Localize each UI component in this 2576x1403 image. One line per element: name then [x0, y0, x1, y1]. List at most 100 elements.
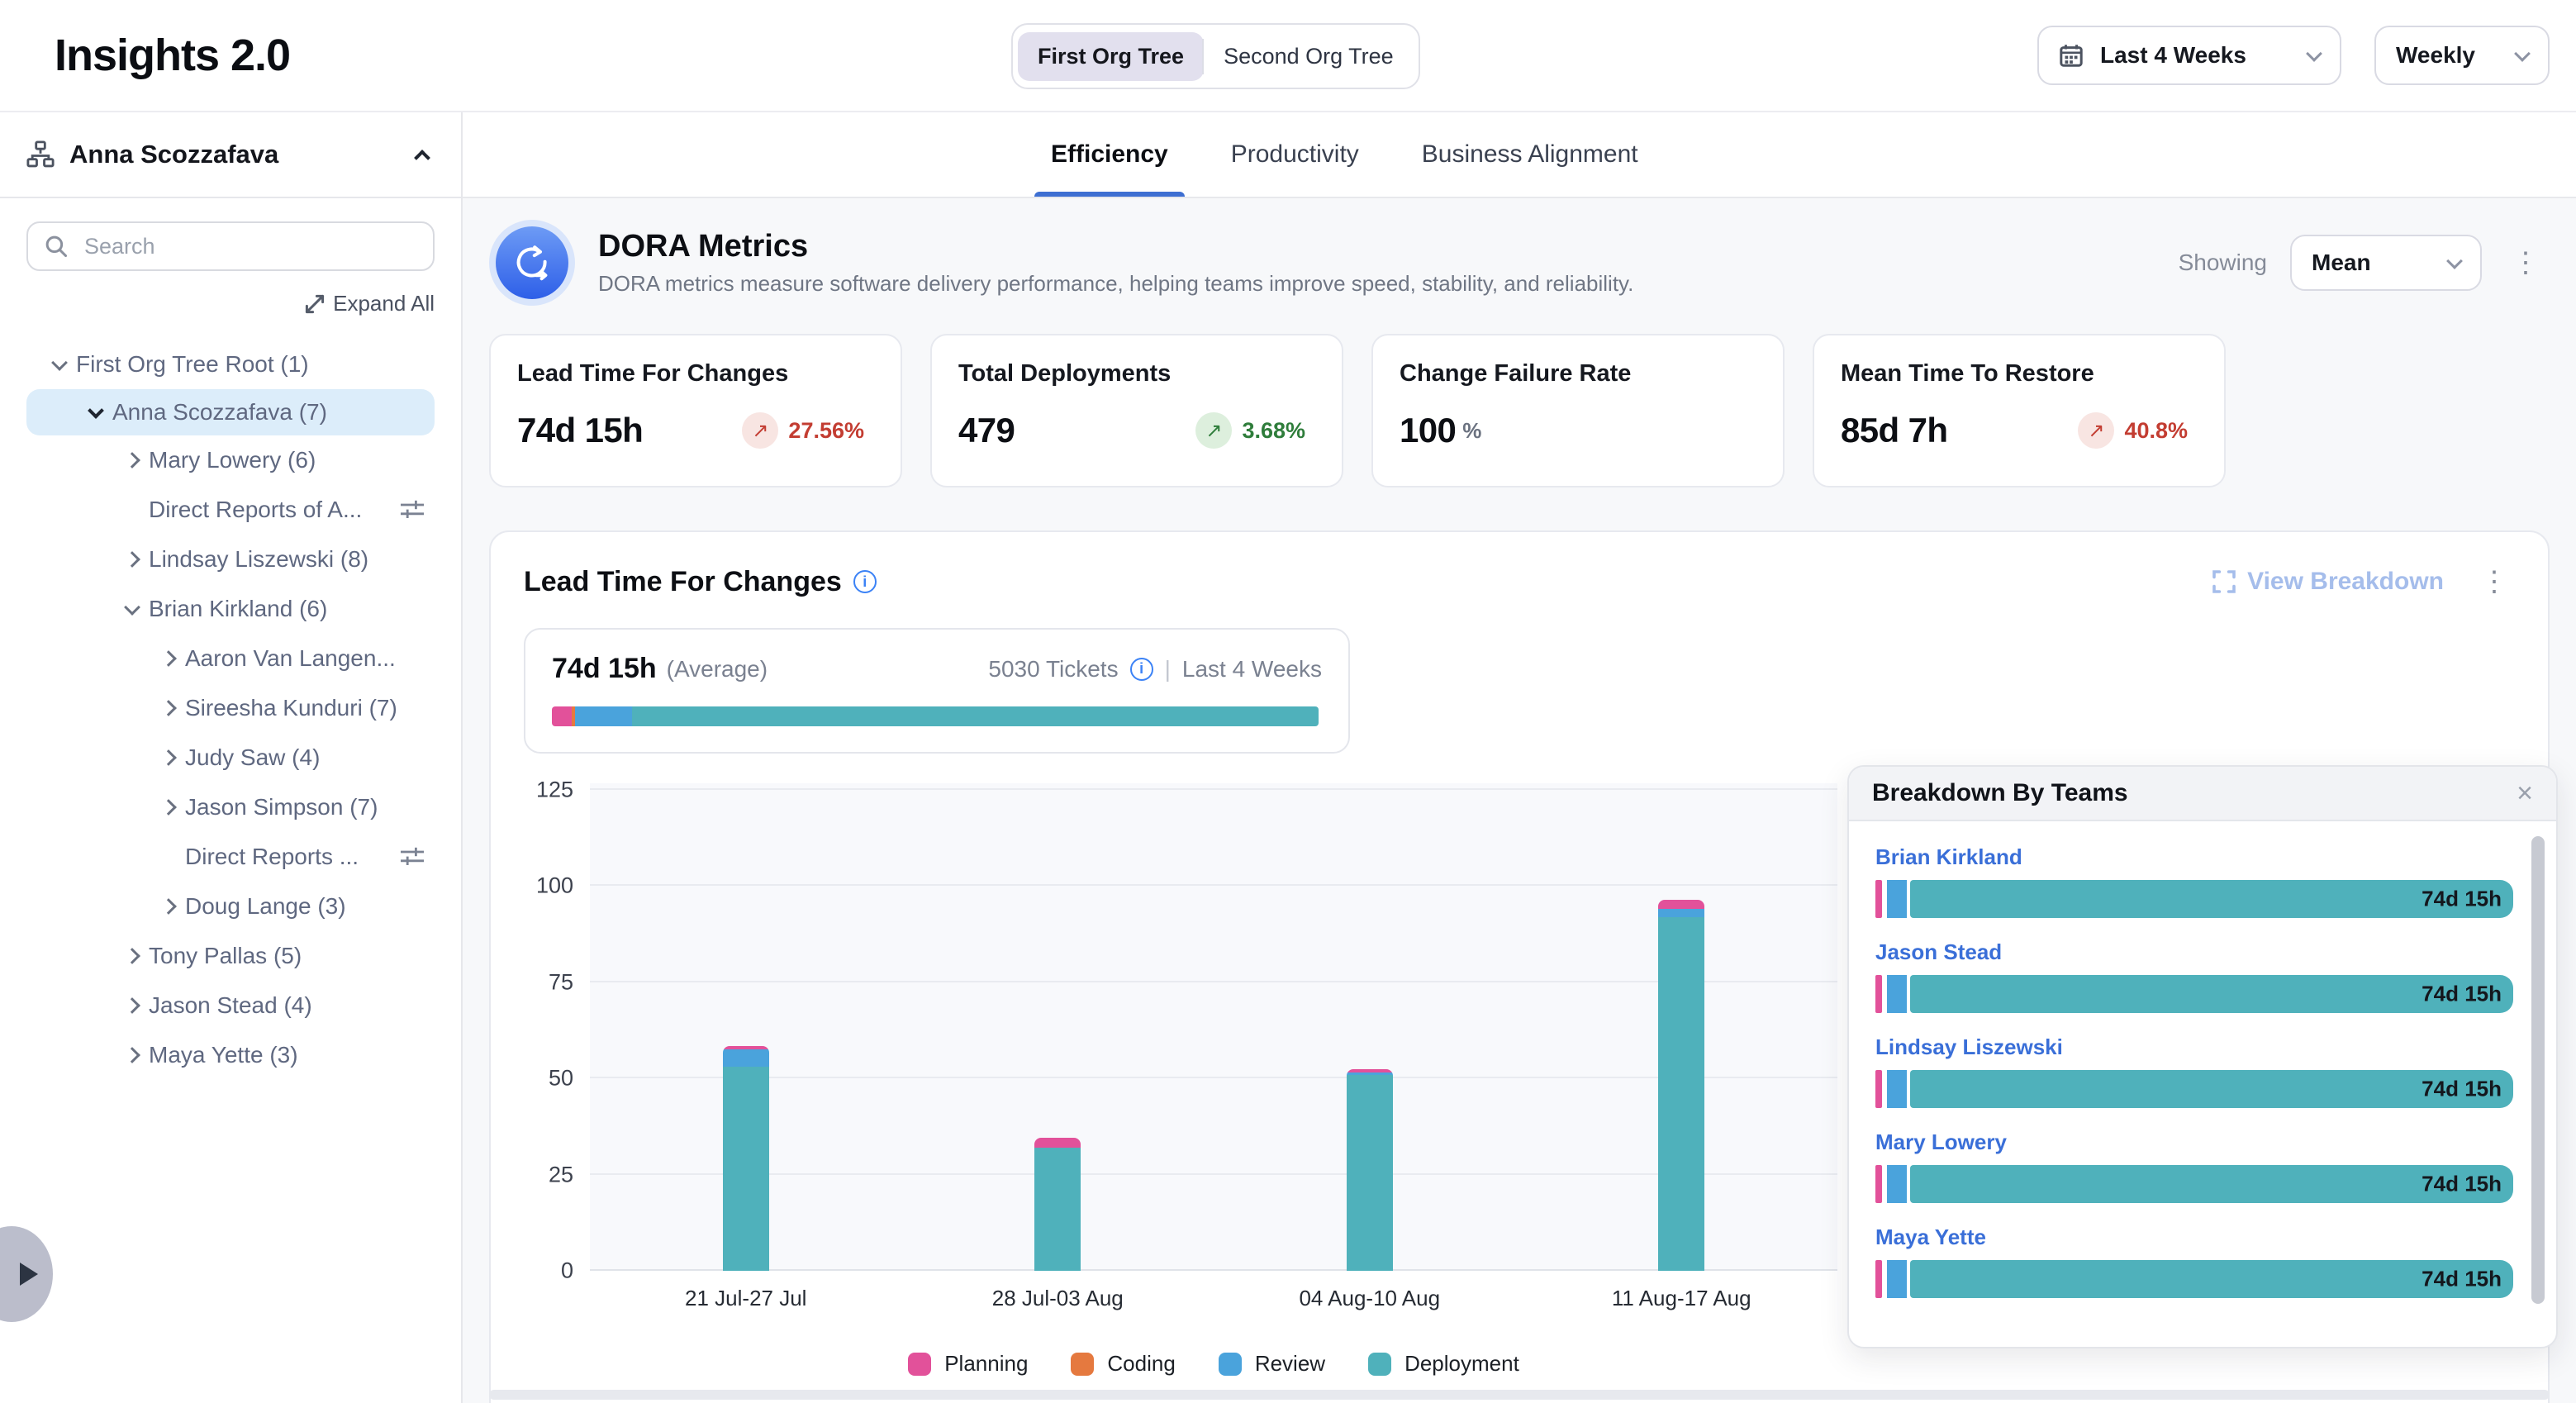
showing-dropdown[interactable]: Mean	[2290, 235, 2482, 291]
metric-card: Mean Time To Restore85d 7h↗40.8%	[1813, 334, 2226, 487]
chevron-right-icon[interactable]	[160, 749, 177, 766]
sidebar-user-name: Anna Scozzafava	[69, 140, 278, 169]
chevron-down-icon[interactable]	[124, 599, 140, 616]
chart-bar[interactable]	[1658, 900, 1704, 1271]
sidebar-collapse-button[interactable]	[410, 133, 435, 177]
legend-item-coding[interactable]: Coding	[1071, 1351, 1175, 1377]
legend-item-deployment[interactable]: Deployment	[1368, 1351, 1519, 1377]
bar-segment-review	[1887, 1260, 1907, 1298]
tickets-count: 5030 Tickets	[988, 656, 1118, 682]
team-bar: 74d 15h	[1875, 1165, 2513, 1203]
tree-item-label: Judy Saw (4)	[185, 744, 320, 771]
org-chart-icon	[26, 140, 55, 169]
bar-segment-deployment	[1347, 1075, 1393, 1271]
tab-business-alignment[interactable]: Business Alignment	[1419, 112, 1642, 197]
dora-kebab-menu[interactable]: ⋮	[2505, 245, 2546, 280]
sidebar-search	[26, 221, 435, 271]
avg-segment-deployment	[632, 706, 1319, 726]
org-tree-option[interactable]: Second Org Tree	[1204, 32, 1414, 81]
average-suffix: (Average)	[667, 656, 768, 682]
tree-item[interactable]: Maya Yette (3)	[0, 1030, 461, 1080]
granularity-dropdown[interactable]: Weekly	[2374, 26, 2550, 85]
tree-item-label: Direct Reports ...	[185, 844, 359, 870]
tree-item[interactable]: Lindsay Liszewski (8)	[0, 535, 461, 584]
team-link[interactable]: Maya Yette	[1875, 1225, 2513, 1250]
tree-item[interactable]: Tony Pallas (5)	[0, 931, 461, 981]
date-range-dropdown[interactable]: Last 4 Weeks	[2037, 26, 2341, 85]
breakdown-scrollbar[interactable]	[2531, 836, 2545, 1324]
chevron-right-icon[interactable]	[124, 997, 140, 1014]
tree-item[interactable]: Mary Lowery (6)	[0, 435, 461, 485]
tab-efficiency[interactable]: Efficiency	[1048, 112, 1172, 197]
chevron-right-icon[interactable]	[160, 799, 177, 816]
team-link[interactable]: Brian Kirkland	[1875, 844, 2513, 870]
bar-segment-planning	[1658, 900, 1704, 910]
tree-item[interactable]: Sireesha Kunduri (7)	[0, 683, 461, 733]
chevron-down-icon[interactable]	[51, 354, 68, 371]
team-value: 74d 15h	[2422, 982, 2502, 1007]
legend-label: Review	[1255, 1351, 1325, 1377]
chevron-right-icon[interactable]	[124, 452, 140, 468]
chevron-right-icon[interactable]	[160, 650, 177, 667]
bar-segment-review	[1887, 975, 1907, 1013]
org-tree-option[interactable]: First Org Tree	[1018, 32, 1204, 81]
legend-swatch	[1071, 1353, 1094, 1376]
tree-item[interactable]: Aaron Van Langen...	[0, 634, 461, 683]
chevron-down-icon	[2446, 253, 2463, 269]
close-icon[interactable]: ×	[2517, 779, 2533, 807]
tabs: Efficiency Productivity Business Alignment	[1048, 112, 1642, 197]
tree-item[interactable]: Doug Lange (3)	[0, 882, 461, 931]
metric-unit: %	[1462, 418, 1481, 444]
section-title: Lead Time For Changes	[524, 566, 842, 598]
triangle-right-icon	[20, 1263, 38, 1286]
legend-item-review[interactable]: Review	[1219, 1351, 1325, 1377]
team-link[interactable]: Jason Stead	[1875, 939, 2513, 965]
expand-all-button[interactable]: Expand All	[26, 291, 435, 316]
view-breakdown-button[interactable]: View Breakdown	[2212, 568, 2444, 596]
section-kebab-menu[interactable]: ⋮	[2474, 564, 2515, 599]
tabs-row: Efficiency Productivity Business Alignment	[463, 112, 2576, 198]
team-link[interactable]: Mary Lowery	[1875, 1130, 2513, 1155]
trend-up-arrow-icon: ↗	[2078, 412, 2114, 449]
horizontal-scrollbar[interactable]	[489, 1390, 2550, 1400]
showing-value: Mean	[2312, 250, 2371, 276]
tree-item[interactable]: First Org Tree Root (1)	[0, 340, 461, 389]
tree-item[interactable]: Jason Stead (4)	[0, 981, 461, 1030]
chevron-right-icon[interactable]	[124, 1047, 140, 1063]
x-tick-label: 28 Jul-03 Aug	[902, 1286, 1214, 1311]
metric-title: Change Failure Rate	[1400, 360, 1756, 388]
date-range-value: Last 4 Weeks	[2100, 42, 2246, 69]
chart-column	[590, 783, 902, 1271]
tree-item[interactable]: Brian Kirkland (6)	[0, 584, 461, 634]
chart-bar[interactable]	[1347, 1069, 1393, 1271]
bar-segment-review	[1887, 880, 1907, 918]
team-link[interactable]: Lindsay Liszewski	[1875, 1034, 2513, 1060]
filters-icon[interactable]	[400, 498, 425, 520]
tree-item[interactable]: Anna Scozzafava (7)	[26, 389, 435, 435]
team-bar: 74d 15h	[1875, 1260, 2513, 1298]
team-value: 74d 15h	[2422, 1077, 2502, 1102]
search-input[interactable]	[81, 232, 385, 261]
legend-item-planning[interactable]: Planning	[908, 1351, 1028, 1377]
chart-column	[1214, 783, 1526, 1271]
chevron-right-icon[interactable]	[160, 700, 177, 716]
chevron-right-icon[interactable]	[124, 948, 140, 964]
tree-item[interactable]: Jason Simpson (7)	[0, 782, 461, 832]
trend-badge: ↗3.68%	[1195, 412, 1315, 449]
info-icon[interactable]: i	[853, 570, 877, 593]
tree-item[interactable]: Direct Reports ...	[0, 832, 461, 882]
tree-item[interactable]: Direct Reports of A...	[0, 485, 461, 535]
info-icon[interactable]: i	[1130, 658, 1153, 681]
expand-arrows-icon	[305, 294, 325, 314]
chevron-right-icon[interactable]	[124, 551, 140, 568]
tab-productivity[interactable]: Productivity	[1228, 112, 1362, 197]
chevron-right-icon[interactable]	[160, 898, 177, 915]
tree-item[interactable]: Judy Saw (4)	[0, 733, 461, 782]
chevron-down-icon[interactable]	[88, 402, 104, 419]
chart-bar[interactable]	[1034, 1138, 1081, 1271]
topbar-controls: Last 4 Weeks Weekly	[2037, 26, 2550, 85]
chart-bar[interactable]	[723, 1046, 769, 1271]
scrollbar-thumb[interactable]	[2531, 836, 2545, 1304]
avg-segment-review	[575, 706, 632, 726]
filters-icon[interactable]	[400, 845, 425, 867]
